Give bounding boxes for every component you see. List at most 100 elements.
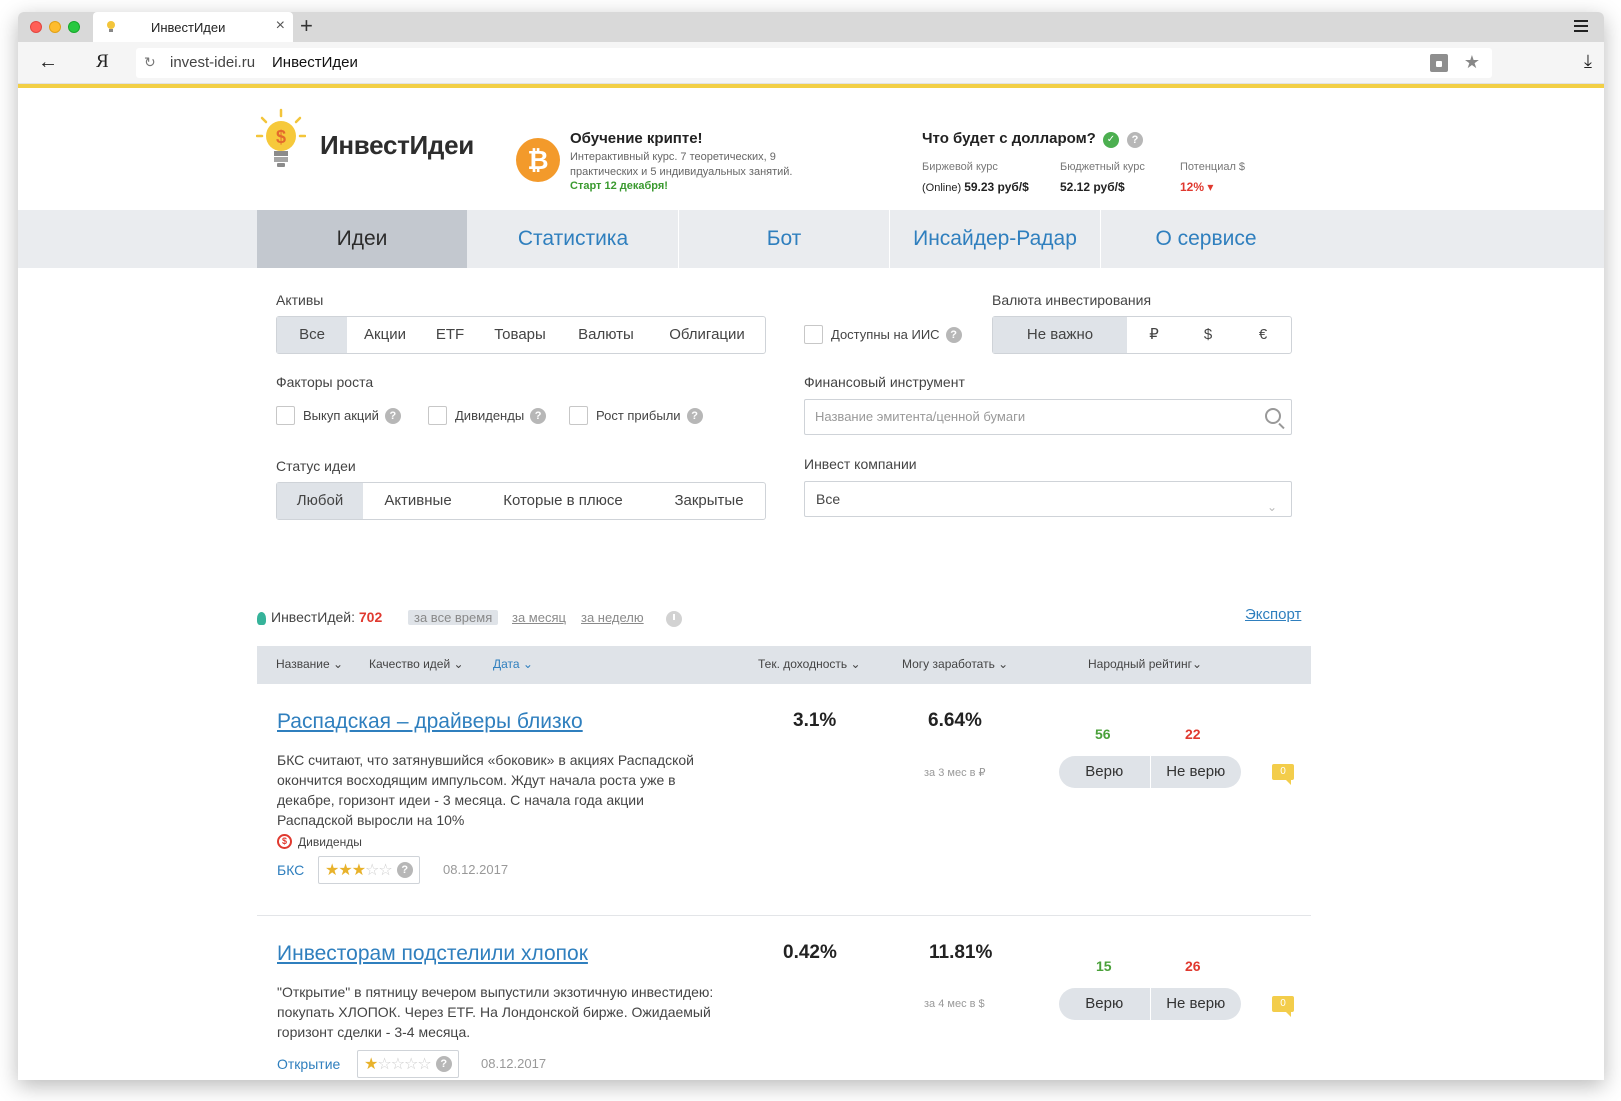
period-all-time[interactable]: за все время <box>408 610 499 625</box>
sort-by-potential[interactable]: Могу заработать ⌄ <box>902 657 1008 671</box>
nav-tab-ideas[interactable]: Идеи <box>257 210 467 268</box>
sort-by-rating[interactable]: Народный рейтинг⌄ <box>1088 657 1202 671</box>
currency-option-rub[interactable]: ₽ <box>1127 317 1181 353</box>
search-icon[interactable] <box>1265 408 1281 424</box>
url-field[interactable]: ↻ invest-idei.ru ИнвестИдеи ★ <box>136 48 1492 78</box>
status-option-active[interactable]: Активные <box>363 483 473 519</box>
asset-option-commodities[interactable]: Товары <box>477 317 563 353</box>
usd-forecast-title[interactable]: Что будет с долларом? <box>922 130 1096 147</box>
idea-title-link[interactable]: Распадская – драйверы близко <box>277 710 583 734</box>
disbelieve-count: 22 <box>1185 726 1201 742</box>
nav-tab-statistics[interactable]: Статистика <box>468 210 678 268</box>
star-rating-icon: ★★★☆☆ <box>325 862 393 879</box>
idea-date: 08.12.2017 <box>443 862 509 877</box>
comment-icon[interactable]: 0 <box>1272 996 1294 1017</box>
browser-window: ИнвестИдеи × + ← Я ↻ invest-idei.ru Инве… <box>18 12 1604 1080</box>
believe-button[interactable]: Верю <box>1059 988 1150 1020</box>
lightbulb-logo-icon[interactable]: $ <box>256 108 306 170</box>
minimize-window-button[interactable] <box>49 21 61 33</box>
budget-rate-label: Бюджетный курс <box>1060 161 1145 173</box>
site-header: $ ИнвестИдеи ₿ Обучение крипте! Интеракт… <box>18 88 1604 210</box>
broker-link[interactable]: БКС <box>277 862 304 878</box>
instrument-label: Финансовый инструмент <box>804 374 965 390</box>
sort-by-yield[interactable]: Тек. доходность ⌄ <box>758 657 861 671</box>
exchange-rate-label: Биржевой курс <box>922 161 998 173</box>
lock-icon[interactable] <box>1430 54 1448 72</box>
back-button[interactable]: ← <box>38 51 58 74</box>
yandex-logo-button[interactable]: Я <box>96 51 109 73</box>
buyback-label: Выкуп акций <box>303 408 379 423</box>
idea-title-link[interactable]: Инвесторам подстелили хлопок <box>277 942 588 966</box>
asset-option-bonds[interactable]: Облигации <box>649 317 765 353</box>
help-icon[interactable]: ? <box>1127 132 1143 148</box>
sort-by-date[interactable]: Дата ⌄ <box>493 657 533 671</box>
believe-button[interactable]: Верю <box>1059 756 1150 788</box>
profit-growth-label: Рост прибыли <box>596 408 681 423</box>
clock-icon[interactable] <box>666 611 682 627</box>
companies-select[interactable]: Все ⌄ <box>804 481 1292 517</box>
current-yield: 0.42% <box>783 942 837 963</box>
believe-count: 56 <box>1095 726 1111 742</box>
idea-description: "Открытие" в пятницу вечером выпустили э… <box>277 984 714 1040</box>
vote-buttons: Верю Не верю <box>1059 756 1241 788</box>
quality-rating: ★★★☆☆ ? <box>318 856 420 884</box>
tab-title: ИнвестИдеи <box>151 20 226 35</box>
sort-by-quality[interactable]: Качество идей ⌄ <box>369 657 464 671</box>
maximize-window-button[interactable] <box>68 21 80 33</box>
nav-tab-bot[interactable]: Бот <box>679 210 889 268</box>
status-option-any[interactable]: Любой <box>277 483 363 519</box>
promo-title[interactable]: Обучение крипте! <box>570 130 703 147</box>
status-option-closed[interactable]: Закрытые <box>653 483 765 519</box>
help-icon[interactable]: ? <box>686 407 703 424</box>
url-domain: invest-idei.ru <box>170 54 256 71</box>
nav-tab-insider-radar[interactable]: Инсайдер-Радар <box>890 210 1100 268</box>
growth-filter-dividends: Дивиденды ? <box>428 406 547 425</box>
broker-link[interactable]: Открытие <box>277 1056 340 1072</box>
idea-description: БКС считают, что затянувшийся «боковик» … <box>277 752 694 828</box>
sort-by-name[interactable]: Название ⌄ <box>276 657 343 671</box>
help-icon[interactable]: ? <box>945 326 962 343</box>
asset-option-stocks[interactable]: Акции <box>347 317 423 353</box>
help-icon[interactable]: ? <box>396 862 413 878</box>
idea-row: Распадская – драйверы близко БКС считают… <box>257 684 1311 916</box>
nav-tab-about[interactable]: О сервисе <box>1101 210 1311 268</box>
bitcoin-icon[interactable]: ₿ <box>516 138 560 182</box>
asset-option-etf[interactable]: ETF <box>423 317 477 353</box>
reload-icon[interactable]: ↻ <box>144 54 156 71</box>
comment-icon[interactable]: 0 <box>1272 764 1294 785</box>
browser-tab[interactable]: ИнвестИдеи × <box>93 12 293 42</box>
star-rating-icon: ★☆☆☆☆ <box>364 1056 432 1073</box>
idea-row: Инвесторам подстелили хлопок "Открытие" … <box>257 916 1311 1080</box>
new-tab-button[interactable]: + <box>300 14 313 38</box>
growth-factors-label: Факторы роста <box>276 374 374 390</box>
period-month[interactable]: за месяц <box>512 610 566 625</box>
help-icon[interactable]: ? <box>435 1056 452 1072</box>
idea-tag-label: Дивиденды <box>298 834 362 849</box>
buyback-checkbox[interactable] <box>276 406 295 425</box>
disbelieve-button[interactable]: Не верю <box>1149 988 1242 1020</box>
site-logo-text[interactable]: ИнвестИдеи <box>320 130 474 161</box>
help-icon[interactable]: ? <box>384 407 401 424</box>
help-icon[interactable]: ? <box>530 407 547 424</box>
currency-option-eur[interactable]: € <box>1235 317 1291 353</box>
currency-option-usd[interactable]: $ <box>1181 317 1235 353</box>
asset-option-currencies[interactable]: Валюты <box>563 317 649 353</box>
bookmark-star-icon[interactable]: ★ <box>1464 52 1480 73</box>
dividends-checkbox[interactable] <box>428 406 447 425</box>
currency-option-any[interactable]: Не важно <box>993 317 1127 353</box>
period-week[interactable]: за неделю <box>581 610 644 625</box>
disbelieve-button[interactable]: Не верю <box>1149 756 1242 788</box>
profit-growth-checkbox[interactable] <box>569 406 588 425</box>
assets-segmented-control: Все Акции ETF Товары Валюты Облигации <box>276 316 766 354</box>
browser-menu-icon[interactable] <box>1574 20 1588 32</box>
iis-checkbox[interactable] <box>804 325 823 344</box>
download-icon[interactable]: ⤓ <box>1584 51 1592 72</box>
iis-filter: Доступны на ИИС ? <box>804 325 962 344</box>
tab-close-icon[interactable]: × <box>276 17 285 35</box>
export-link[interactable]: Экспорт <box>1245 606 1301 623</box>
status-option-in-profit[interactable]: Которые в плюсе <box>473 483 653 519</box>
instrument-search-input[interactable]: Название эмитента/ценной бумаги <box>804 399 1292 435</box>
ideas-table-header: Название ⌄ Качество идей ⌄ Дата ⌄ Тек. д… <box>257 646 1311 684</box>
asset-option-all[interactable]: Все <box>277 317 347 353</box>
close-window-button[interactable] <box>30 21 42 33</box>
